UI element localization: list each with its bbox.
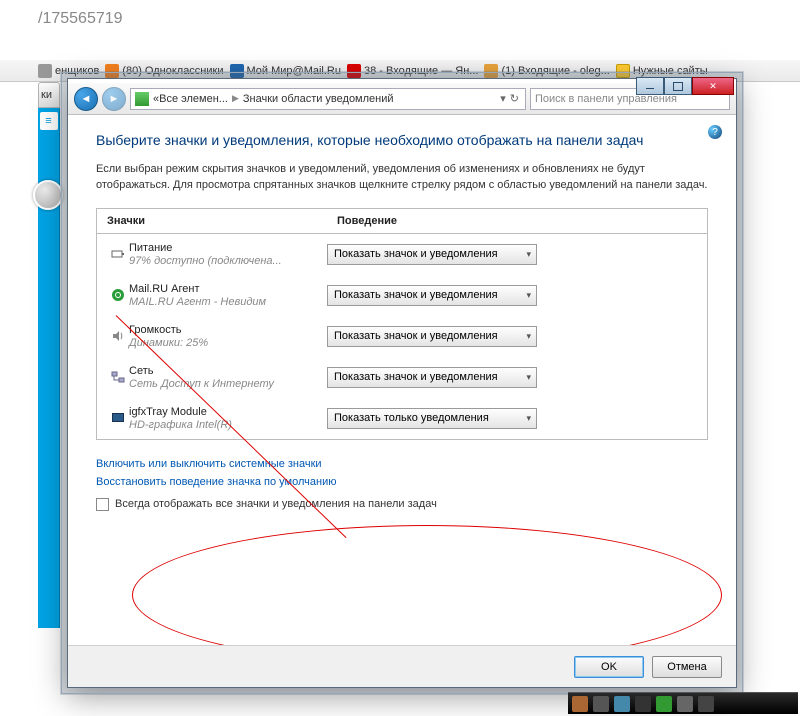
bookmark-label: Мой Мир@Mail.Ru bbox=[247, 65, 341, 77]
sidebar-icon: ≡ bbox=[40, 112, 58, 130]
bookmark-label: енщиков bbox=[55, 65, 99, 77]
behavior-select[interactable]: Показать значок и уведомления bbox=[327, 326, 537, 347]
mailru-icon bbox=[107, 287, 129, 303]
button-row: OK Отмена bbox=[68, 645, 736, 687]
col-icons-label: Значки bbox=[97, 209, 327, 233]
taskbar-fragment bbox=[568, 692, 798, 714]
bookmark-item[interactable]: 38 - Входящие — Ян... bbox=[347, 64, 478, 78]
row-title: Mail.RU Агент bbox=[129, 283, 327, 295]
refresh-icon[interactable]: ↻ bbox=[510, 92, 519, 105]
behavior-select[interactable]: Показать значок и уведомления bbox=[327, 367, 537, 388]
tray-icon[interactable] bbox=[635, 696, 651, 712]
row-title: Питание bbox=[129, 242, 327, 254]
avatar-fragment bbox=[38, 180, 68, 220]
ok-button[interactable]: OK bbox=[574, 656, 644, 678]
page-description: Если выбран режим скрытия значков и увед… bbox=[96, 162, 708, 194]
icon-row: igfxTray ModuleHD-графика Intel(R) Показ… bbox=[97, 398, 707, 439]
bookmark-item[interactable]: (1) Входящие - oleg... bbox=[484, 64, 609, 78]
row-subtitle: 97% доступно (подключена... bbox=[129, 255, 327, 267]
minimize-button[interactable] bbox=[636, 77, 664, 95]
tray-icon[interactable] bbox=[698, 696, 714, 712]
bookmark-label: Нужные сайты bbox=[633, 65, 708, 77]
always-show-row: Всегда отображать все значки и уведомлен… bbox=[96, 498, 708, 511]
bookmark-item[interactable]: (80) Одноклассники bbox=[105, 64, 223, 78]
always-show-checkbox[interactable] bbox=[96, 498, 109, 511]
icon-row: СетьСеть Доступ к Интернету Показать зна… bbox=[97, 357, 707, 398]
chevron-right-icon[interactable]: ▶ bbox=[232, 93, 239, 104]
bookmark-item[interactable]: енщиков bbox=[38, 64, 99, 78]
row-subtitle: Сеть Доступ к Интернету bbox=[129, 378, 327, 390]
toggle-system-icons-link[interactable]: Включить или выключить системные значки bbox=[96, 458, 708, 470]
battery-icon bbox=[107, 246, 129, 262]
close-button[interactable]: ✕ bbox=[692, 77, 734, 95]
intel-graphics-icon bbox=[107, 410, 129, 426]
cancel-button[interactable]: Отмена bbox=[652, 656, 722, 678]
window-content: ? Выберите значки и уведомления, которые… bbox=[68, 115, 736, 523]
row-subtitle: MAIL.RU Агент - Невидим bbox=[129, 296, 327, 308]
bookmark-item[interactable]: Мой Мир@Mail.Ru bbox=[230, 64, 341, 78]
back-button[interactable]: ◄ bbox=[74, 87, 98, 111]
icons-panel: Значки Поведение Питание97% доступно (по… bbox=[96, 208, 708, 440]
volume-icon bbox=[107, 328, 129, 344]
tray-icon[interactable] bbox=[677, 696, 693, 712]
bookmark-label: 38 - Входящие — Ян... bbox=[364, 65, 478, 77]
tray-icon[interactable] bbox=[593, 696, 609, 712]
window-controls: ✕ bbox=[636, 77, 734, 95]
icon-row: Питание97% доступно (подключена... Показ… bbox=[97, 234, 707, 275]
breadcrumb[interactable]: Все элемен... bbox=[159, 93, 228, 105]
annotation-ellipse bbox=[132, 525, 722, 665]
row-subtitle: Динамики: 25% bbox=[129, 337, 327, 349]
col-behavior-label: Поведение bbox=[327, 209, 707, 233]
url-fragment: /175565719 bbox=[38, 10, 123, 28]
tray-icon[interactable] bbox=[572, 696, 588, 712]
behavior-select[interactable]: Показать только уведомления bbox=[327, 408, 537, 429]
tray-icon[interactable] bbox=[614, 696, 630, 712]
row-title: igfxTray Module bbox=[129, 406, 327, 418]
breadcrumb[interactable]: Значки области уведомлений bbox=[243, 93, 394, 105]
icon-row: ГромкостьДинамики: 25% Показать значок и… bbox=[97, 316, 707, 357]
browser-tab-fragment[interactable]: ки bbox=[38, 82, 60, 108]
maximize-button[interactable] bbox=[664, 77, 692, 95]
help-icon[interactable]: ? bbox=[708, 125, 722, 139]
restore-defaults-link[interactable]: Восстановить поведение значка по умолчан… bbox=[96, 476, 708, 488]
control-panel-window: ✕ ◄ ► « Все элемен... ▶ Значки области у… bbox=[67, 78, 737, 688]
behavior-select[interactable]: Показать значок и уведомления bbox=[327, 244, 537, 265]
row-title: Громкость bbox=[129, 324, 327, 336]
tray-icon[interactable] bbox=[656, 696, 672, 712]
bookmark-label: (1) Входящие - oleg... bbox=[501, 65, 609, 77]
behavior-select[interactable]: Показать значок и уведомления bbox=[327, 285, 537, 306]
checkbox-label: Всегда отображать все значки и уведомлен… bbox=[115, 498, 437, 510]
network-icon bbox=[107, 369, 129, 385]
bookmark-item[interactable]: Нужные сайты bbox=[616, 64, 708, 78]
address-dropdown-icon[interactable]: ▾ bbox=[500, 92, 506, 105]
address-bar[interactable]: « Все элемен... ▶ Значки области уведомл… bbox=[130, 88, 526, 110]
row-title: Сеть bbox=[129, 365, 327, 377]
forward-button[interactable]: ► bbox=[102, 87, 126, 111]
panel-header: Значки Поведение bbox=[97, 209, 707, 234]
page-heading: Выберите значки и уведомления, которые н… bbox=[96, 131, 708, 150]
row-subtitle: HD-графика Intel(R) bbox=[129, 419, 327, 431]
control-panel-icon bbox=[135, 92, 149, 106]
icon-row: Mail.RU АгентMAIL.RU Агент - Невидим Пок… bbox=[97, 275, 707, 316]
bookmark-label: (80) Одноклассники bbox=[122, 65, 223, 77]
